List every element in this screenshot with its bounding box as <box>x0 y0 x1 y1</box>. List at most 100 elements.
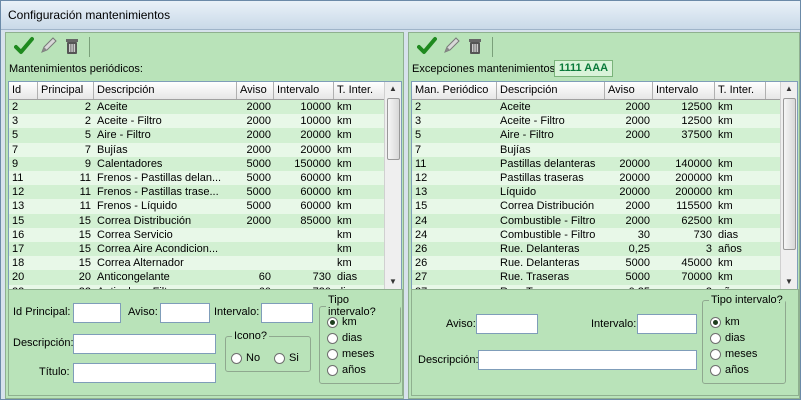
col-principal[interactable]: Principal <box>38 82 94 99</box>
table-row[interactable]: 18 15 Correa Alternador km <box>9 256 385 271</box>
table-row[interactable]: 24 Combustible - Filtro 30 730 dias <box>412 227 781 242</box>
aviso-input[interactable] <box>160 303 210 323</box>
col-man-periodico[interactable]: Man. Periódico <box>412 82 497 99</box>
table-cell: 45000 <box>681 257 712 270</box>
table-cell: 200000 <box>675 186 712 199</box>
table-row[interactable]: 24 Combustible - Filtro 2000 62500 km <box>412 213 781 228</box>
titulo-input[interactable] <box>73 363 216 383</box>
table-cell: 2000 <box>625 101 650 113</box>
col-id[interactable]: Id <box>9 82 38 99</box>
table-row[interactable]: 11 Pastillas delanteras 20000 140000 km <box>412 156 781 171</box>
tipo-anos-radio[interactable]: años <box>710 364 749 376</box>
scroll-thumb[interactable] <box>783 98 796 250</box>
table-row[interactable]: 9 9 Calentadores 5000 150000 km <box>9 156 385 171</box>
delete-exception-button[interactable] <box>464 35 486 57</box>
col-descripcion[interactable]: Descripción <box>94 82 237 99</box>
intervalo-input[interactable] <box>637 314 697 334</box>
tipo-anos-radio[interactable]: años <box>327 364 366 376</box>
col-tinter[interactable]: T. Inter. <box>334 82 385 99</box>
aviso-input[interactable] <box>476 314 538 334</box>
descripcion-input[interactable] <box>73 334 216 354</box>
table-cell: 0,25 <box>628 243 650 255</box>
col-aviso[interactable]: Aviso <box>237 82 274 99</box>
table-row[interactable]: 3 2 Aceite - Filtro 2000 10000 km <box>9 114 385 129</box>
table-row[interactable]: 2 Aceite 2000 12500 km <box>412 100 781 115</box>
table-cell: Pastillas delanteras <box>500 157 596 170</box>
intervalo-label: Intervalo: <box>214 306 260 318</box>
table-row[interactable]: 5 5 Aire - Filtro 2000 20000 km <box>9 128 385 143</box>
table-row[interactable]: 7 7 Bujías 2000 20000 km <box>9 142 385 157</box>
tipo-km-radio[interactable]: km <box>327 316 357 328</box>
scroll-up-icon[interactable]: ▲ <box>781 82 797 96</box>
table-cell: 11 <box>79 172 91 184</box>
col-intervalo[interactable]: Intervalo <box>653 82 715 99</box>
window-title: Configuración mantenimientos <box>8 8 171 22</box>
tipo-dias-radio[interactable]: dias <box>327 332 362 344</box>
accept-button[interactable] <box>13 35 35 57</box>
table-row[interactable]: 27 Rue. Traseras 5000 70000 km <box>412 270 781 285</box>
table-row[interactable]: 13 Líquido 20000 200000 km <box>412 185 781 200</box>
scroll-thumb[interactable] <box>387 98 400 160</box>
table-row[interactable]: 17 15 Correa Aire Acondicion... km <box>9 242 385 257</box>
table-cell: km <box>337 257 352 270</box>
table-cell <box>715 143 766 157</box>
table-cell: 3 <box>705 243 712 255</box>
grid-scrollbar[interactable]: ▲ ▼ <box>384 82 401 289</box>
trash-icon <box>469 39 481 54</box>
periodic-grid[interactable]: Id Principal Descripción Aviso Intervalo… <box>8 81 402 290</box>
edit-exception-button[interactable] <box>440 35 462 57</box>
table-row[interactable]: 16 15 Correa Servicio km <box>9 227 385 242</box>
table-cell: km <box>718 257 733 270</box>
scroll-down-icon[interactable]: ▼ <box>385 275 401 289</box>
table-cell: 16 <box>12 228 25 241</box>
table-cell: 27 <box>415 271 428 284</box>
descripcion-label: Descripción: <box>13 337 74 349</box>
table-cell: Aceite <box>97 101 128 113</box>
col-descripcion[interactable]: Descripción <box>497 82 605 99</box>
table-row[interactable]: 12 Pastillas traseras 20000 200000 km <box>412 171 781 186</box>
tipo-dias-radio[interactable]: dias <box>710 332 745 344</box>
table-cell: 13 <box>12 200 25 213</box>
exceptions-grid[interactable]: Man. Periódico Descripción Aviso Interva… <box>411 81 798 290</box>
table-row[interactable]: 5 Aire - Filtro 2000 37500 km <box>412 128 781 143</box>
table-row[interactable]: 20 20 Anticongelante 60 730 dias <box>9 270 385 285</box>
table-row[interactable]: 26 Rue. Delanteras 0,25 3 años <box>412 242 781 257</box>
table-row[interactable]: 2 2 Aceite 2000 10000 km <box>9 100 385 115</box>
edit-button[interactable] <box>37 35 59 57</box>
table-row[interactable]: 15 Correa Distribución 2000 115500 km <box>412 199 781 214</box>
table-cell: 2000 <box>246 129 271 142</box>
table-cell: 20000 <box>619 172 650 184</box>
scroll-down-icon[interactable]: ▼ <box>781 275 797 289</box>
grid-scrollbar[interactable]: ▲ ▼ <box>780 82 797 289</box>
accept-exception-button[interactable] <box>416 35 438 57</box>
table-row[interactable]: 26 Rue. Delanteras 5000 45000 km <box>412 256 781 271</box>
table-row[interactable]: 12 11 Frenos - Pastillas trase... 5000 60000… <box>9 185 385 200</box>
tipo-km-radio[interactable]: km <box>710 316 740 328</box>
table-cell: 30 <box>637 228 650 241</box>
tipo-meses-radio[interactable]: meses <box>327 348 374 360</box>
table-cell: 26 <box>415 243 428 255</box>
col-intervalo[interactable]: Intervalo <box>274 82 334 99</box>
col-tinter[interactable]: T. Inter. <box>715 82 766 99</box>
tipo-meses-radio[interactable]: meses <box>710 348 757 360</box>
table-cell: 60000 <box>300 172 331 184</box>
intervalo-input[interactable] <box>261 303 313 323</box>
table-cell: 11 <box>415 157 427 170</box>
table-row[interactable]: 11 11 Frenos - Pastillas delan... 5000 60000… <box>9 171 385 186</box>
icono-no-radio[interactable]: No <box>231 352 260 364</box>
table-row[interactable]: 15 15 Correa Distribución 2000 85000 km <box>9 213 385 228</box>
table-cell: Anticongelante <box>97 271 170 284</box>
col-aviso[interactable]: Aviso <box>605 82 653 99</box>
right-panel: Excepciones mantenimientos: 1111 AAA Man… <box>408 32 800 399</box>
table-row[interactable]: 7 Bujías <box>412 142 781 157</box>
table-row[interactable]: 13 11 Frenos - Líquido 5000 60000 km <box>9 199 385 214</box>
tipo-intervalo-legend: Tipo intervalo? <box>711 294 783 306</box>
scroll-up-icon[interactable]: ▲ <box>385 82 401 96</box>
descripcion-input[interactable] <box>478 350 697 370</box>
table-cell: km <box>718 186 733 199</box>
table-cell: km <box>718 115 733 128</box>
table-row[interactable]: 3 Aceite - Filtro 2000 12500 km <box>412 114 781 129</box>
icono-si-radio[interactable]: Si <box>274 352 299 364</box>
delete-button[interactable] <box>61 35 83 57</box>
id-principal-input[interactable] <box>73 303 121 323</box>
